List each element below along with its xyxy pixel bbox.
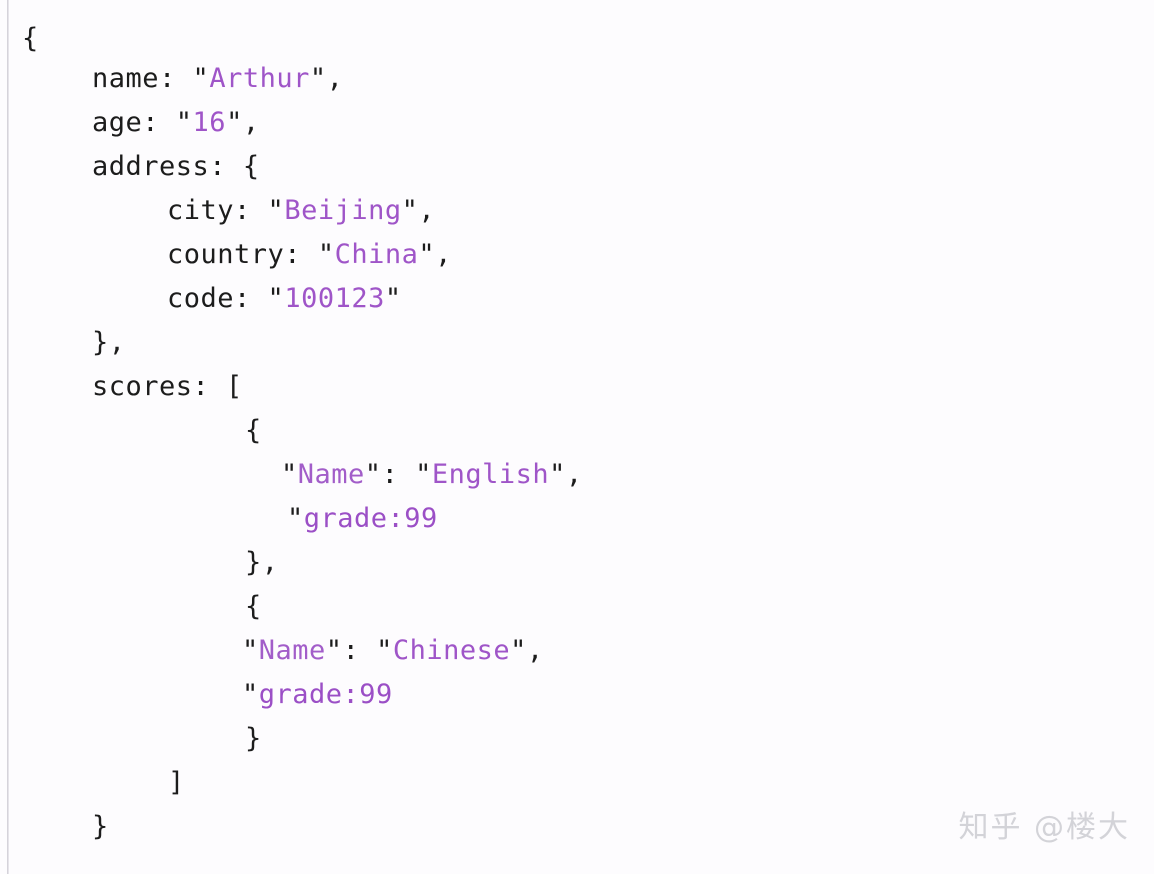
code-token: }	[92, 811, 109, 842]
code-line: "Name": "English",	[281, 458, 583, 492]
code-token: ,	[435, 239, 452, 270]
code-token: ,	[326, 63, 344, 94]
code-token: "	[226, 107, 243, 138]
code-token: "	[325, 635, 343, 666]
code-token: "	[267, 283, 285, 314]
code-token: "	[510, 635, 527, 666]
code-token: name:	[92, 63, 193, 94]
code-token: "	[281, 459, 298, 490]
code-token: "	[376, 635, 393, 666]
code-line: code: "100123"	[167, 282, 402, 316]
code-token: "	[415, 459, 432, 490]
code-token: Name	[258, 635, 326, 666]
code-line: name: "Arthur",	[92, 62, 343, 96]
code-token: ,	[565, 459, 583, 490]
code-line: {	[245, 414, 262, 448]
code-token: :	[381, 459, 416, 490]
code-token: "	[192, 63, 210, 94]
code-token: Name	[297, 459, 365, 490]
code-token: "	[309, 63, 327, 94]
code-token: 16	[192, 107, 227, 138]
code-token: {	[245, 415, 262, 446]
code-line: }	[245, 722, 262, 756]
code-token: "	[242, 679, 259, 710]
code-token: "	[317, 239, 335, 270]
code-token: "	[287, 503, 304, 534]
code-line: ]	[168, 766, 185, 800]
code-line: }	[92, 810, 109, 844]
code-line: address: {	[92, 150, 260, 184]
code-token: },	[245, 547, 279, 578]
code-token: ]	[168, 767, 185, 798]
code-token: country:	[167, 239, 318, 270]
code-token: "	[549, 459, 566, 490]
code-token: ,	[418, 195, 436, 226]
code-token: code:	[167, 283, 268, 314]
code-line: },	[245, 546, 279, 580]
code-line: city: "Beijing",	[167, 194, 435, 228]
code-token: "	[242, 635, 259, 666]
code-token: "	[267, 195, 285, 226]
code-token: 100123	[284, 283, 385, 314]
code-line: "grade:99	[242, 678, 393, 712]
code-token: scores:	[92, 371, 227, 402]
code-line: country: "China",	[167, 238, 452, 272]
code-line: "Name": "Chinese",	[242, 634, 544, 668]
code-token: Beijing	[284, 195, 402, 226]
code-token: {	[22, 23, 39, 54]
code-token: China	[334, 239, 419, 270]
code-token: :	[342, 635, 377, 666]
code-line: },	[92, 326, 126, 360]
code-block: {name: "Arthur", age: "16", address: {city…	[9, 0, 1154, 874]
code-token: age:	[92, 107, 176, 138]
code-token: ,	[242, 107, 260, 138]
code-line: {	[22, 22, 39, 56]
code-token: grade:99	[258, 679, 393, 710]
code-token: "	[401, 195, 419, 226]
code-token: English	[431, 459, 550, 490]
code-token: {	[245, 591, 262, 622]
code-token: "	[364, 459, 382, 490]
code-snippet-page: {name: "Arthur", age: "16", address: {city…	[0, 0, 1154, 874]
code-line: {	[245, 590, 262, 624]
code-line: "grade:99	[287, 502, 438, 536]
code-token: Arthur	[209, 63, 310, 94]
code-token: grade:99	[303, 503, 438, 534]
watermark-zhihu: 知乎 @楼大	[958, 810, 1130, 845]
code-token: "	[384, 283, 402, 314]
code-token: "	[418, 239, 436, 270]
code-token: "	[175, 107, 193, 138]
code-token: }	[245, 723, 262, 754]
code-token: ,	[526, 635, 544, 666]
code-token: Chinese	[392, 635, 511, 666]
code-token: },	[92, 327, 126, 358]
code-token: address:	[92, 151, 243, 182]
code-line: age: "16",	[92, 106, 260, 140]
code-token: {	[242, 151, 260, 182]
code-line: scores: [	[92, 370, 243, 404]
code-token: city:	[167, 195, 268, 226]
code-token: [	[226, 371, 243, 402]
